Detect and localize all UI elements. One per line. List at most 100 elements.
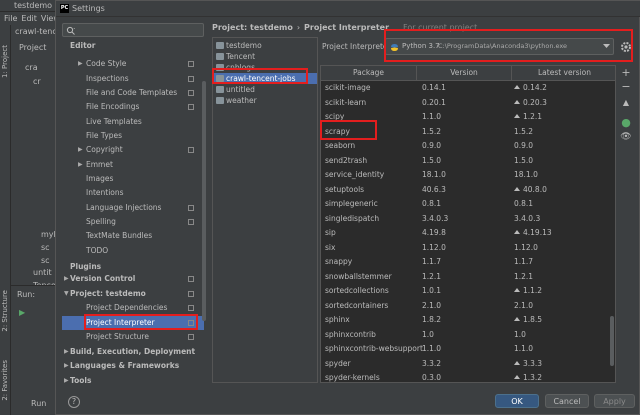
help-button[interactable]: ? xyxy=(68,396,80,408)
project-dropdown[interactable]: Project xyxy=(19,43,46,52)
nav-item-label: File Encodings xyxy=(86,102,140,111)
tree-node[interactable]: myl xyxy=(41,230,56,239)
nav-item[interactable]: Images xyxy=(62,172,204,186)
remove-package-icon[interactable]: − xyxy=(620,81,632,93)
tool-tab-favorites[interactable]: 2: Favorites xyxy=(1,360,9,401)
tool-tab-structure[interactable]: 2: Structure xyxy=(1,290,9,332)
packages-table: Package Version Latest version scikit-im… xyxy=(320,65,616,383)
nav-item-label: Images xyxy=(86,174,114,183)
tool-tab-project[interactable]: 1: Project xyxy=(1,45,9,78)
upgrade-package-icon[interactable]: ▲ xyxy=(620,97,632,109)
table-row[interactable]: sphinx 1.8.2 1.8.5 xyxy=(321,313,615,328)
tree-node[interactable]: cra xyxy=(25,63,38,72)
nav-item[interactable]: ▶ Copyright xyxy=(62,143,204,157)
package-version: 40.6.3 xyxy=(422,184,446,194)
collapse-arrow-icon[interactable]: ▶ xyxy=(64,272,69,286)
nav-item-label: Project Structure xyxy=(86,332,149,341)
nav-item[interactable]: ▶ Version Control xyxy=(62,272,204,286)
nav-item[interactable]: Inspections xyxy=(62,72,204,86)
table-row[interactable]: simplegeneric 0.8.1 0.8.1 xyxy=(321,197,615,212)
table-row[interactable]: snappy 1.1.7 1.1.7 xyxy=(321,255,615,270)
table-row[interactable]: scikit-learn 0.20.1 0.20.3 xyxy=(321,96,615,111)
apply-button[interactable]: Apply xyxy=(594,394,635,408)
table-scrollbar[interactable] xyxy=(610,316,614,366)
latest-version-text: 1.2.1 xyxy=(514,271,534,281)
nav-item-label: Copyright xyxy=(86,145,123,154)
show-early-releases-icon[interactable]: 👁 xyxy=(620,131,632,143)
package-latest-version: 1.2.1 xyxy=(514,110,542,125)
table-row[interactable]: snowballstemmer 1.2.1 1.2.1 xyxy=(321,270,615,285)
nav-scrollbar[interactable] xyxy=(202,81,206,321)
table-row[interactable]: seaborn 0.9.0 0.9.0 xyxy=(321,139,615,154)
nav-item[interactable]: Editor xyxy=(62,39,204,53)
table-row[interactable]: sphinxcontrib-websupport 1.1.0 1.1.0 xyxy=(321,342,615,357)
package-version: 1.2.1 xyxy=(422,271,442,281)
table-row[interactable]: setuptools 40.6.3 40.8.0 xyxy=(321,183,615,198)
table-row[interactable]: sip 4.19.8 4.19.13 xyxy=(321,226,615,241)
collapse-arrow-icon[interactable]: ▶ xyxy=(78,143,83,157)
tree-node[interactable]: sc xyxy=(41,256,50,265)
nav-item[interactable]: TODO xyxy=(62,244,204,258)
table-row[interactable]: singledispatch 3.4.0.3 3.4.0.3 xyxy=(321,212,615,227)
nav-item[interactable]: ▶ Build, Execution, Deployment xyxy=(62,345,204,359)
ok-button[interactable]: OK xyxy=(495,394,539,408)
nav-item[interactable]: Project Structure xyxy=(62,330,204,344)
table-row[interactable]: spyder-kernels 0.3.0 1.3.2 xyxy=(321,371,615,382)
tree-node[interactable]: sc xyxy=(41,243,50,252)
nav-item[interactable]: Intentions xyxy=(62,186,204,200)
menu-file[interactable]: File xyxy=(4,12,17,25)
nav-item[interactable]: TextMate Bundles xyxy=(62,229,204,243)
table-row[interactable]: send2trash 1.5.0 1.5.0 xyxy=(321,154,615,169)
collapse-arrow-icon[interactable]: ▶ xyxy=(64,345,69,359)
column-header-latest[interactable]: Latest version xyxy=(512,66,615,80)
nav-item-label: File Types xyxy=(86,131,123,140)
add-package-icon[interactable]: + xyxy=(620,67,632,79)
collapse-arrow-icon[interactable]: ▶ xyxy=(64,374,69,388)
nav-item-label: Intentions xyxy=(86,188,124,197)
nav-item[interactable]: Live Templates xyxy=(62,115,204,129)
nav-item[interactable]: File Types xyxy=(62,129,204,143)
dialog-title-bar: PC Settings xyxy=(56,1,640,17)
project-list-item[interactable]: Tencent xyxy=(214,51,317,62)
nav-item[interactable]: ▶ Tools xyxy=(62,374,204,388)
project-list-item[interactable]: untitled xyxy=(214,84,317,95)
table-row[interactable]: sortedcontainers 2.1.0 2.1.0 xyxy=(321,299,615,314)
run-tab[interactable]: Run: xyxy=(17,290,35,299)
package-version: 0.14.1 xyxy=(422,83,446,92)
tree-node[interactable]: untit xyxy=(33,268,52,277)
nav-item[interactable]: ▶ Emmet xyxy=(62,158,204,172)
column-header-package[interactable]: Package xyxy=(321,66,417,80)
table-row[interactable]: six 1.12.0 1.12.0 xyxy=(321,241,615,256)
nav-item[interactable]: Spelling xyxy=(62,215,204,229)
project-list-item[interactable]: weather xyxy=(214,95,317,106)
tree-node[interactable]: cr xyxy=(33,77,41,86)
nav-item[interactable]: ▶ Code Style xyxy=(62,57,204,71)
nav-item-label: Code Style xyxy=(86,59,127,68)
table-row[interactable]: scikit-image 0.14.1 0.14.2 xyxy=(321,81,615,96)
menu-edit[interactable]: Edit xyxy=(21,12,37,25)
nav-item[interactable]: Language Injections xyxy=(62,201,204,215)
table-row[interactable]: sortedcollections 1.0.1 1.1.2 xyxy=(321,284,615,299)
table-row[interactable]: service_identity 18.1.0 18.1.0 xyxy=(321,168,615,183)
latest-version-text: 1.8.5 xyxy=(523,315,543,324)
nav-item[interactable]: ▼ Project: testdemo xyxy=(62,287,204,301)
column-header-version[interactable]: Version xyxy=(417,66,512,80)
settings-search-input[interactable] xyxy=(62,23,204,37)
nav-item[interactable]: Project Dependencies xyxy=(62,301,204,315)
package-latest-version: 1.1.0 xyxy=(514,342,533,357)
project-list-item[interactable]: testdemo xyxy=(214,40,317,51)
run-play-icon[interactable]: ▶ xyxy=(19,308,25,317)
nav-item[interactable]: File Encodings xyxy=(62,100,204,114)
collapse-arrow-icon[interactable]: ▶ xyxy=(64,359,69,373)
project-scope-icon xyxy=(188,90,194,96)
expand-arrow-icon[interactable]: ▼ xyxy=(64,287,69,301)
nav-item[interactable]: ▶ Languages & Frameworks xyxy=(62,359,204,373)
nav-item[interactable]: File and Code Templates xyxy=(62,86,204,100)
collapse-arrow-icon[interactable]: ▶ xyxy=(78,57,83,71)
collapse-arrow-icon[interactable]: ▶ xyxy=(78,158,83,172)
run-bottom-button[interactable]: Run xyxy=(31,399,46,408)
table-row[interactable]: sphinxcontrib 1.0 1.0 xyxy=(321,328,615,343)
conda-toggle-icon[interactable]: ● xyxy=(620,117,632,129)
table-row[interactable]: spyder 3.3.2 3.3.3 xyxy=(321,357,615,372)
cancel-button[interactable]: Cancel xyxy=(545,394,589,408)
